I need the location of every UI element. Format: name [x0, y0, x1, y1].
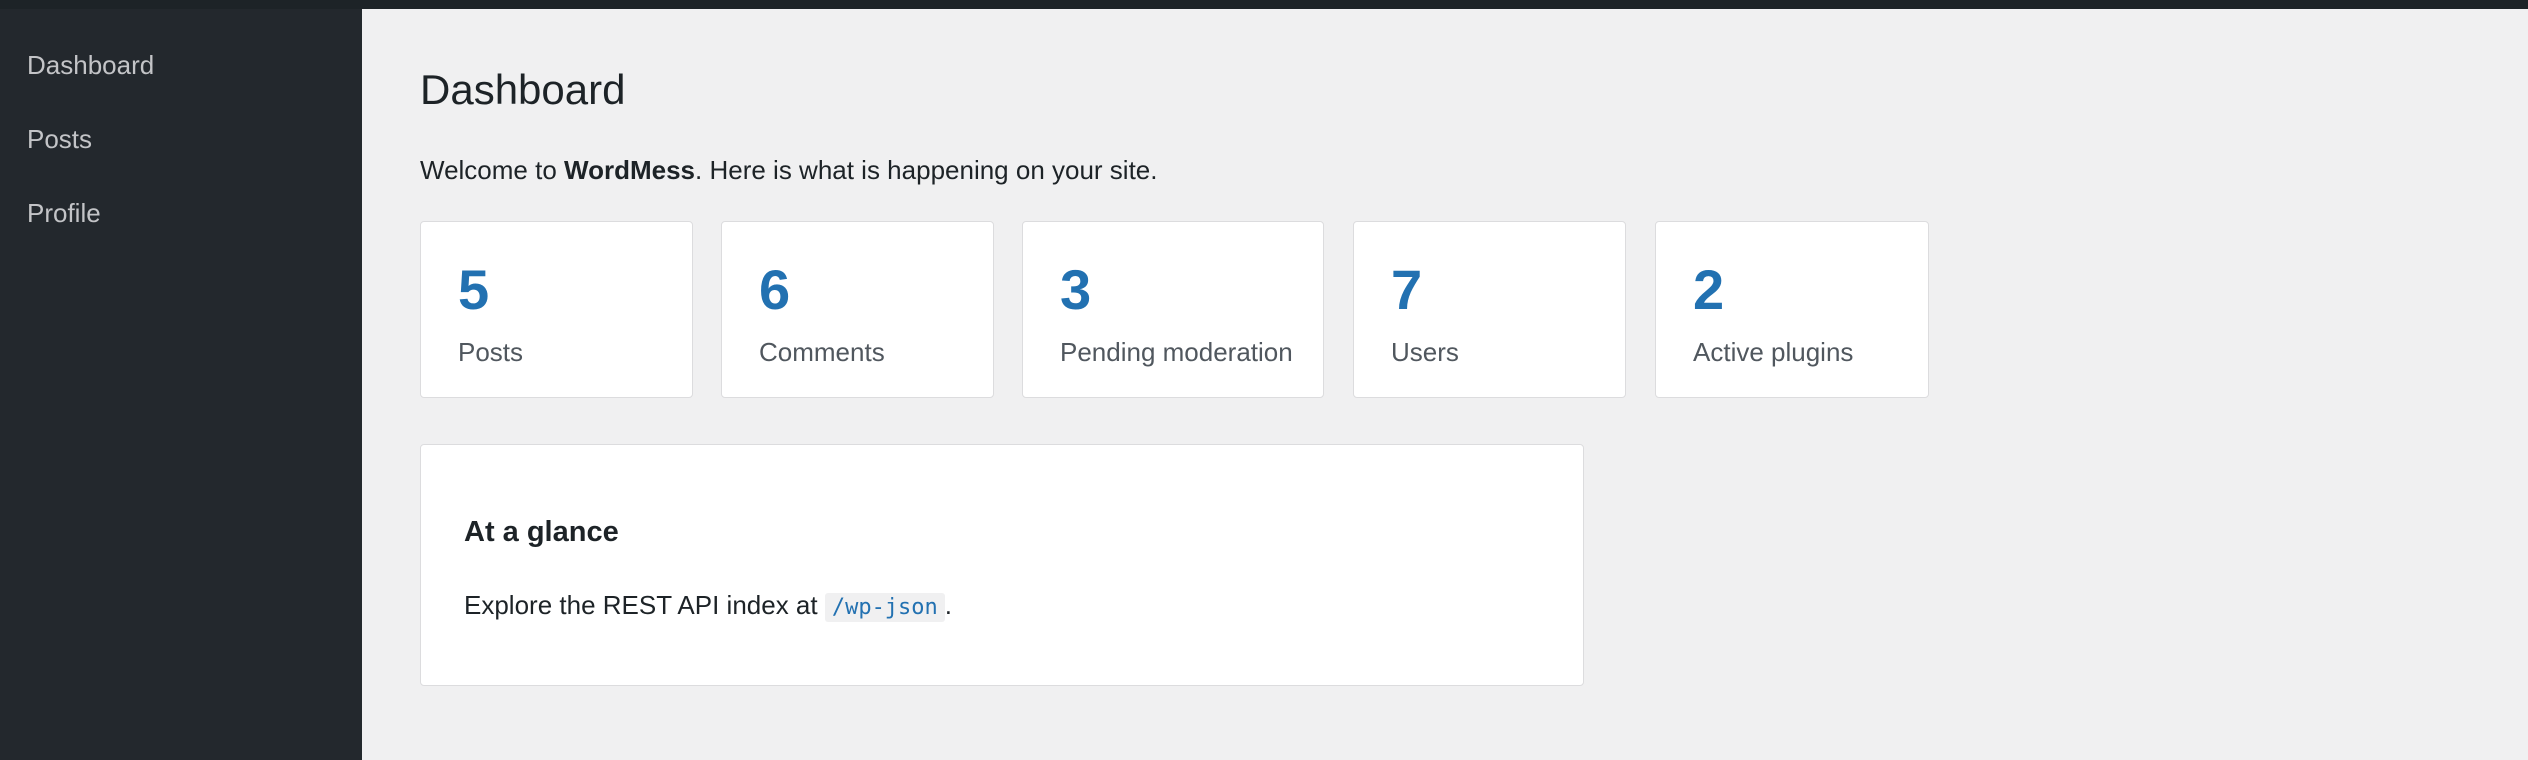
stat-card-users: 7 Users: [1353, 221, 1626, 398]
stat-card-active-plugins: 2 Active plugins: [1655, 221, 1929, 398]
site-name: WordMess: [564, 155, 696, 185]
main-content: Dashboard Welcome to WordMess. Here is w…: [362, 9, 2528, 760]
admin-top-bar: [0, 0, 2528, 9]
stat-label: Comments: [759, 337, 885, 367]
stat-label: Posts: [458, 337, 524, 367]
stat-value: 7: [1391, 258, 1423, 321]
rest-api-hint: Explore the REST API index at /wp-json.: [464, 588, 952, 625]
panel-title: At a glance: [464, 516, 619, 548]
hint-suffix: .: [944, 590, 953, 620]
sidebar-item-posts[interactable]: Posts: [27, 124, 92, 154]
hint-prefix: Explore the REST API index at: [464, 590, 825, 620]
stat-card-pending-moderation: 3 Pending moderation: [1022, 221, 1324, 398]
stat-label: Active plugins: [1693, 337, 1854, 367]
at-a-glance-panel: At a glance Explore the REST API index a…: [420, 444, 1584, 686]
sidebar-item-profile[interactable]: Profile: [27, 198, 101, 228]
stat-value: 2: [1693, 258, 1725, 321]
welcome-prefix: Welcome to: [420, 155, 565, 185]
welcome-message: Welcome to WordMess. Here is what is hap…: [420, 154, 1158, 186]
sidebar: Dashboard Posts Profile: [0, 9, 362, 760]
page-title: Dashboard: [420, 66, 626, 113]
stat-label: Pending moderation: [1060, 337, 1293, 367]
stat-value: 3: [1060, 258, 1092, 321]
stat-value: 5: [458, 258, 490, 321]
sidebar-item-dashboard[interactable]: Dashboard: [27, 50, 154, 80]
stat-card-posts: 5 Posts: [420, 221, 693, 398]
welcome-suffix: . Here is what is happening on your site…: [695, 155, 1158, 185]
stat-card-comments: 6 Comments: [721, 221, 994, 398]
rest-api-path: /wp-json: [824, 593, 945, 622]
stat-value: 6: [759, 258, 791, 321]
stat-label: Users: [1391, 337, 1459, 367]
